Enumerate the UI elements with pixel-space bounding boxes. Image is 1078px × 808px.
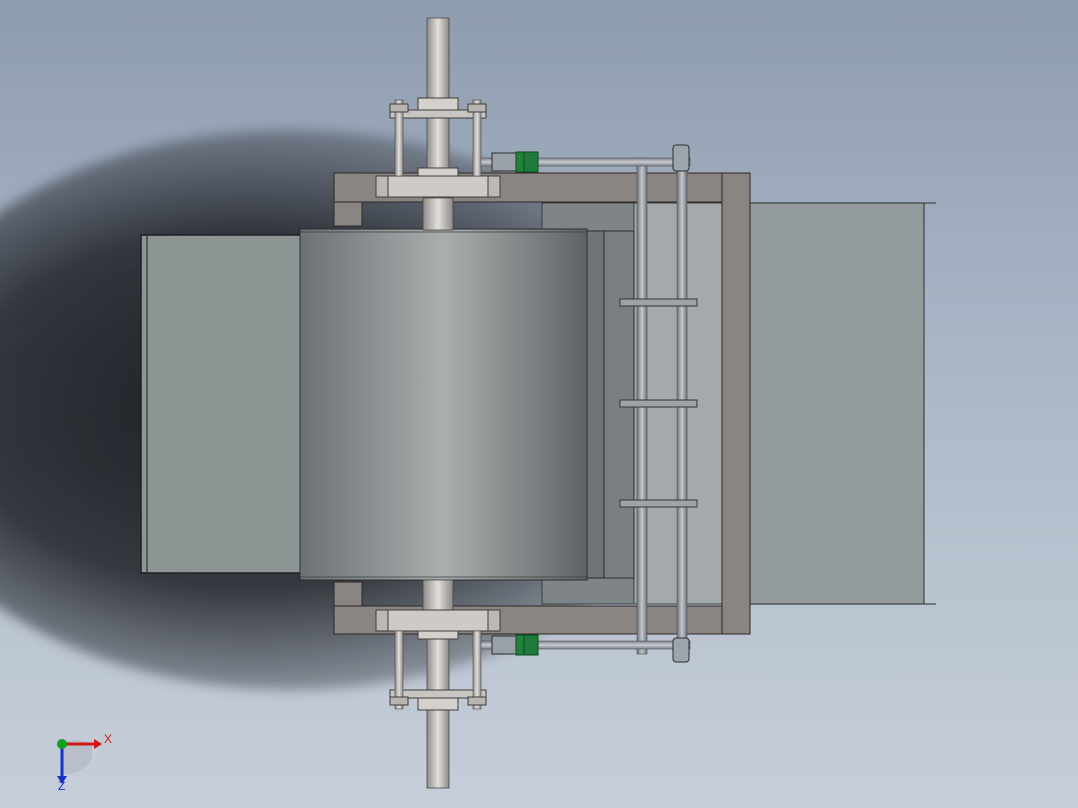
shaft-top[interactable] [422,17,454,231]
x-axis-label: X [104,732,112,746]
y-axis-point [57,739,67,749]
chute-right[interactable] [747,202,936,605]
tension-rod-bottom[interactable] [479,634,691,663]
graphics-viewport[interactable]: X Z [0,0,1078,808]
roller-drum[interactable] [299,228,588,581]
x-axis-arrowhead [94,739,102,749]
z-axis-label: Z [58,779,65,792]
tension-rod-top[interactable] [479,144,691,173]
cad-model[interactable] [0,0,1078,808]
hopper-left[interactable] [140,234,304,574]
coordinate-triad[interactable]: X Z [48,728,118,793]
